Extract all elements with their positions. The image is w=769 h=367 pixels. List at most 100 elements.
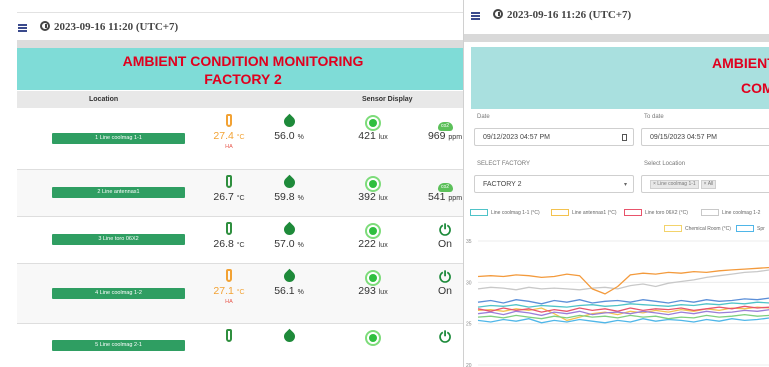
- factory-select[interactable]: FACTORY 2 ▾: [474, 175, 634, 193]
- date-field[interactable]: 09/12/2023 04:57 PM: [474, 128, 634, 146]
- reading-unit: °C: [236, 195, 245, 202]
- thermometer-reading: 27.4 °C HA: [199, 114, 259, 150]
- humidity-icon: [259, 268, 319, 285]
- todate-field[interactable]: 09/15/2023 04:57 PM: [641, 128, 769, 146]
- reading-value: 293: [358, 285, 376, 297]
- reading-unit: lux: [378, 289, 388, 296]
- thermometer-reading: 26.8 °C: [199, 222, 259, 252]
- legend-label: Line toro 06X2 (°C): [645, 209, 688, 216]
- sun-icon: [343, 269, 403, 285]
- humidity-reading: 57.0 %: [259, 221, 319, 252]
- reading-unit: %: [297, 134, 304, 141]
- series-line: [477, 313, 769, 320]
- legend-label: Line coolmag 1-2: [722, 209, 761, 216]
- reading-value: 541: [427, 191, 446, 203]
- table-row: 2 Line antennas1 26.7 °C 59.8 % 392 lux co2 5…: [17, 170, 469, 217]
- sun-icon: [343, 222, 403, 238]
- location-button[interactable]: 4 Line coolmag 1-2: [52, 288, 185, 299]
- dashboard-panel: 2023-09-16 11:20 (UTC+7) AMBIENT CONDITI…: [0, 0, 469, 367]
- timestamp: 2023-09-16 11:20 (UTC+7): [40, 21, 178, 33]
- reading-unit: ppm: [448, 134, 463, 141]
- reading-value: 969: [427, 130, 446, 142]
- reading-unit: %: [297, 195, 304, 202]
- series-line: [477, 266, 769, 295]
- legend-item[interactable]: Line antennas1 (°C): [551, 209, 617, 216]
- banner-subtitle: COM: [741, 80, 769, 96]
- location-button[interactable]: 2 Line antennas1: [52, 187, 185, 198]
- history-panel: 2023-09-16 11:26 (UTC+7) AMBIENT C COM D…: [463, 0, 769, 367]
- reading-unit: lux: [378, 134, 388, 141]
- humidity-icon: [259, 328, 319, 345]
- thermometer-reading: 26.7 °C: [199, 175, 259, 205]
- sun-reading: 293 lux: [343, 269, 403, 299]
- sun-reading: 421 lux: [343, 114, 403, 144]
- calendar-icon[interactable]: [622, 134, 627, 141]
- table-row: 1 Line coolmag 1-1 27.4 °C HA 56.0 % 421 lux…: [17, 109, 469, 170]
- humidity-reading: 56.0 %: [259, 113, 319, 144]
- thermometer-icon: [199, 222, 259, 238]
- reading-value: 27.4: [213, 130, 234, 142]
- reading-unit: %: [297, 242, 304, 249]
- y-tick-label: 25: [466, 322, 472, 328]
- reading-value: On: [437, 238, 452, 250]
- location-button[interactable]: 3 Line toro 06X2: [52, 234, 185, 245]
- reading-unit: %: [297, 289, 304, 296]
- timestamp: 2023-09-16 11:26 (UTC+7): [493, 9, 631, 21]
- sun-icon: [343, 114, 403, 130]
- page-banner: AMBIENT CONDITION MONITORING FACTORY 2: [17, 48, 469, 90]
- humidity-icon: [259, 113, 319, 130]
- power-icon: ⏻: [439, 269, 451, 286]
- location-chip[interactable]: × Line coolmag 1-1: [650, 179, 699, 189]
- high-alert-label: HA: [225, 144, 233, 150]
- series-line: [477, 297, 769, 305]
- power-reading: ⏻: [415, 329, 469, 345]
- humidity-reading: 56.1 %: [259, 268, 319, 299]
- location-button[interactable]: 1 Line coolmag 1-1: [52, 133, 185, 144]
- legend-item[interactable]: Line coolmag 1-2: [701, 209, 760, 216]
- table-row: 5 Line coolmag 2-1 ⏻: [17, 324, 469, 367]
- temperature-chart: 35 30 25 20: [466, 239, 769, 367]
- thermometer-icon: [199, 175, 259, 191]
- reading-value: 222: [358, 238, 376, 250]
- sun-icon: [343, 175, 403, 191]
- legend-item[interactable]: Line toro 06X2 (°C): [624, 209, 688, 216]
- series-line: [477, 301, 769, 308]
- high-alert-label: HA: [225, 299, 233, 305]
- menu-icon[interactable]: [18, 24, 27, 32]
- legend-swatch: [551, 209, 569, 216]
- location-chip[interactable]: × All: [700, 179, 717, 189]
- reading-unit: °C: [236, 242, 245, 249]
- table-header: Location Sensor Display: [17, 91, 469, 108]
- sun-reading: 222 lux: [343, 222, 403, 252]
- clock-icon: [493, 9, 503, 19]
- reading-value: 57.0: [274, 238, 295, 250]
- location-label: Select Location: [644, 161, 686, 167]
- column-header-location: Location: [89, 96, 119, 103]
- reading-value: On: [437, 285, 452, 297]
- reading-value: 56.0: [274, 130, 295, 142]
- sun-reading: 392 lux: [343, 175, 403, 205]
- reading-unit: °C: [236, 134, 245, 141]
- location-select[interactable]: × Line coolmag 1-1 × All: [641, 175, 769, 193]
- legend-label: Line coolmag 1-1 (°C): [491, 209, 540, 216]
- factory-label: SELECT FACTORY: [477, 161, 531, 167]
- location-button[interactable]: 5 Line coolmag 2-1: [52, 340, 185, 351]
- humidity-icon: [259, 221, 319, 238]
- reading-value: 56.1: [274, 285, 295, 297]
- thermometer-icon: [199, 329, 259, 345]
- y-tick-label: 35: [466, 239, 472, 245]
- reading-value: 26.7: [213, 191, 234, 203]
- reading-unit: lux: [378, 242, 388, 249]
- clock-icon: [40, 21, 50, 31]
- legend-item[interactable]: Line coolmag 1-1 (°C): [470, 209, 540, 216]
- thermometer-reading: 27.1 °C HA: [199, 269, 259, 305]
- series-line: [477, 269, 769, 291]
- table-row: 3 Line toro 06X2 26.8 °C 57.0 % 222 lux ⏻ On: [17, 217, 469, 264]
- thermometer-icon: [199, 269, 259, 285]
- table-row: 4 Line coolmag 1-2 27.1 °C HA 56.1 % 293 lux…: [17, 264, 469, 324]
- legend-swatch: [470, 209, 488, 216]
- banner-subtitle: FACTORY 2: [204, 71, 282, 87]
- power-reading: ⏻ On: [415, 269, 469, 299]
- reading-unit: lux: [378, 195, 388, 202]
- menu-icon[interactable]: [471, 12, 480, 20]
